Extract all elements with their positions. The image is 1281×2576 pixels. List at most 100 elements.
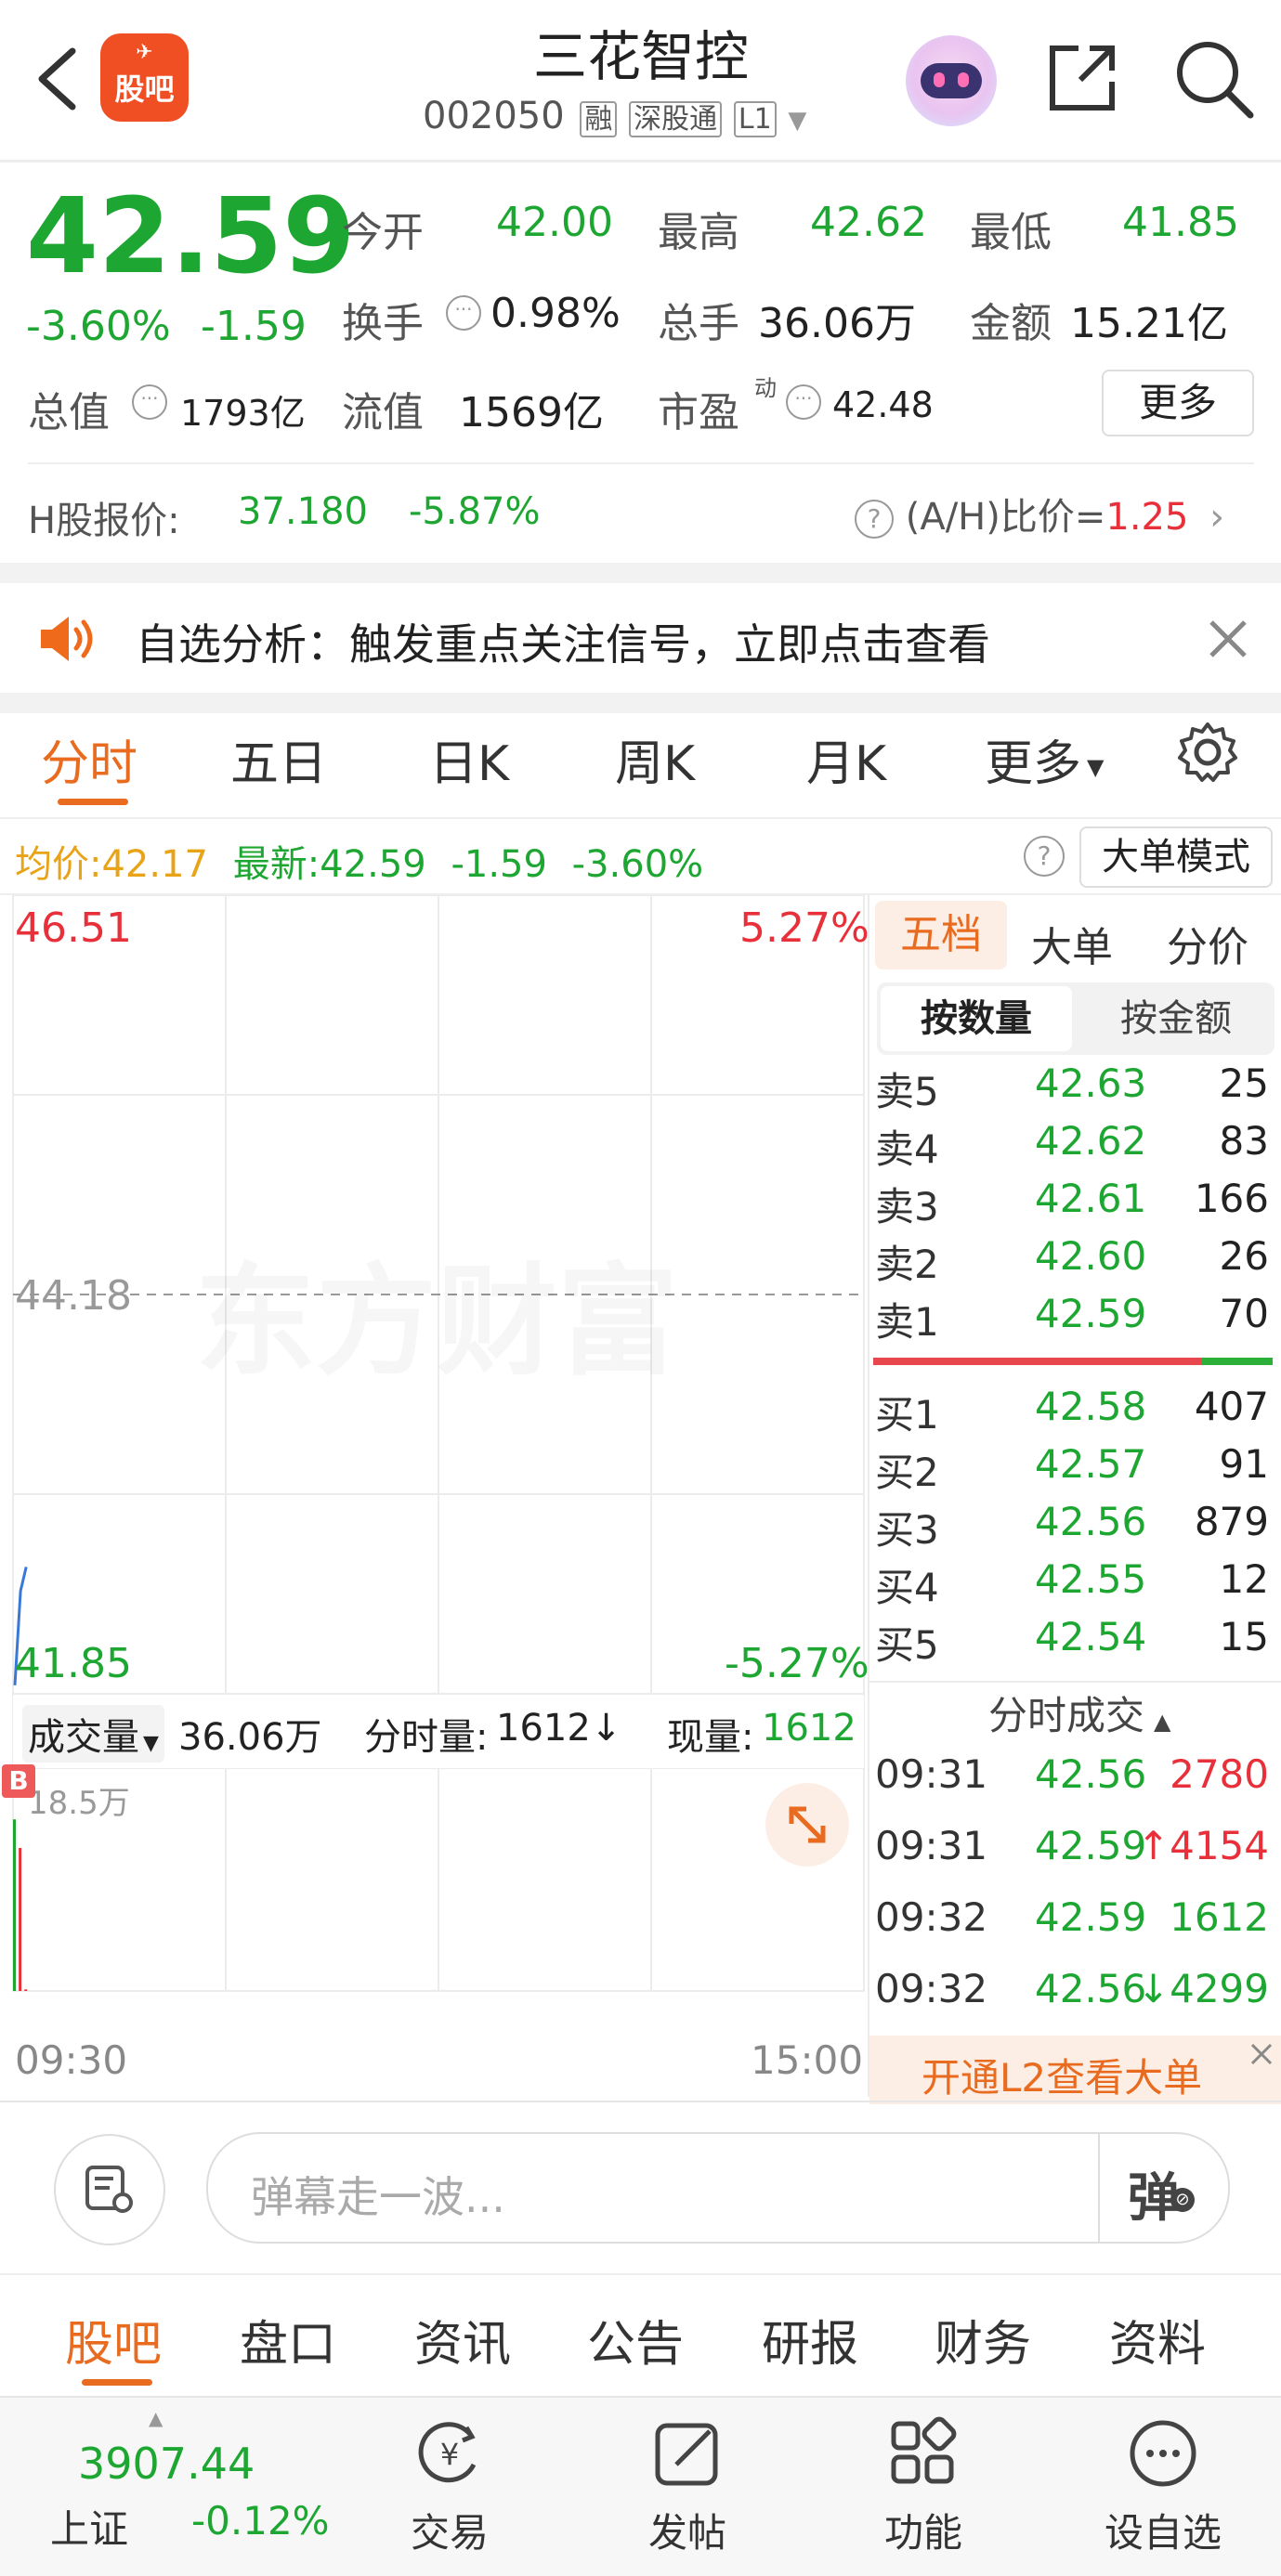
notice-bar[interactable]: 自选分析：触发重点关注信号，立即点击查看 <box>0 583 1281 693</box>
ob-subtab-qty[interactable]: 按数量 <box>881 986 1072 1051</box>
avg-value: 42.17 <box>101 843 208 886</box>
ob-tab-bigorder[interactable]: 大单 <box>1031 914 1113 973</box>
search-button[interactable] <box>1172 37 1256 121</box>
ask-row[interactable]: 卖2 42.60 26 <box>873 1233 1273 1291</box>
chat-settings-button[interactable] <box>54 2134 165 2245</box>
tab-daily-k[interactable]: 日K <box>429 724 509 794</box>
ask-price: 42.59 <box>1035 1291 1147 1336</box>
info-dots-icon[interactable]: ··· <box>446 295 481 331</box>
index-pct: -0.12% <box>191 2498 330 2543</box>
low-label: 最低 <box>970 209 1052 256</box>
bid-level: 买1 <box>875 1392 939 1438</box>
deal-time: 09:31 <box>875 1751 988 1797</box>
ask-row[interactable]: 卖3 42.61 166 <box>873 1176 1273 1233</box>
bid-row[interactable]: 买4 42.55 12 <box>873 1556 1273 1614</box>
info-dots-icon[interactable]: ··· <box>132 384 167 420</box>
l2-banner[interactable]: 开通L2查看大单 <box>869 2036 1281 2104</box>
btab-news[interactable]: 资讯 <box>414 2305 511 2374</box>
share-button[interactable] <box>1045 41 1119 115</box>
danmaku-input[interactable]: 弹幕走一波... 弹 ⊘ <box>206 2132 1230 2244</box>
caret-up-icon: ▲ <box>1154 1709 1171 1735</box>
footer-trade[interactable]: ¥ 交易 <box>375 2411 524 2558</box>
robot-assistant-icon[interactable] <box>906 35 997 126</box>
btab-pankou[interactable]: 盘口 <box>240 2305 336 2374</box>
footer-add-watchlist[interactable]: 设自选 <box>1089 2411 1237 2558</box>
search-icon <box>1177 42 1254 119</box>
ob-tab-byprice[interactable]: 分价 <box>1167 914 1248 973</box>
app-logo[interactable]: ✈ 股吧 <box>100 33 189 122</box>
settings-gear-icon[interactable] <box>1176 721 1239 784</box>
tab-weekly-k[interactable]: 周K <box>615 724 695 794</box>
ask-qty: 166 <box>1194 1176 1269 1221</box>
mktcap-value: 1793亿 <box>180 393 306 434</box>
bid-row[interactable]: 买1 42.58 407 <box>873 1384 1273 1441</box>
badge-l1: L1 <box>733 101 777 137</box>
volume-header: 成交量 ▼ 36.06万 分时量: 1612↓ 现量: 1612 <box>13 1696 864 1768</box>
time-start: 09:30 <box>15 2037 128 2083</box>
bid-row[interactable]: 买3 42.56 879 <box>873 1499 1273 1556</box>
bigorder-mode-button[interactable]: 大单模式 <box>1079 826 1273 888</box>
ask-level: 卖5 <box>875 1069 939 1114</box>
intraday-chart[interactable] <box>0 895 868 2097</box>
chart-mid-price: 44.18 <box>15 1272 132 1320</box>
footer-function-label: 功能 <box>883 2510 962 2556</box>
footer-function[interactable]: 功能 <box>849 2411 998 2558</box>
latest-chg: -1.59 <box>451 843 547 886</box>
index-widget[interactable]: ▲ 3907.44 上证 -0.12% <box>37 2407 334 2565</box>
ob-tab-five[interactable]: 五档 <box>875 901 1007 969</box>
bid-price: 42.56 <box>1035 1499 1147 1544</box>
btab-underline <box>82 2379 152 2386</box>
close-icon[interactable] <box>1248 2041 1274 2067</box>
stock-code-line[interactable]: 002050 融 深股通 L1 ▼ <box>423 95 806 141</box>
volume-selector[interactable]: 成交量 ▼ <box>22 1705 164 1763</box>
ask-row[interactable]: 卖4 42.62 83 <box>873 1118 1273 1176</box>
danmaku-toggle-button[interactable]: 弹 ⊘ <box>1128 2156 1211 2229</box>
help-icon: ? <box>855 500 894 539</box>
help-icon[interactable]: ? <box>1024 836 1065 877</box>
ah-ratio-link[interactable]: ? (A/H)比价=1.25 › <box>855 487 1224 539</box>
bid-row[interactable]: 买5 42.54 15 <box>873 1614 1273 1672</box>
volume-label: 总手 <box>658 300 739 347</box>
pe-sup: 动 <box>754 375 777 401</box>
index-name: 上证 <box>50 2506 129 2552</box>
deal-row: 09:31 42.56 2780 <box>873 1751 1273 1816</box>
tab-more[interactable]: 更多 ▼ <box>985 724 1104 794</box>
btab-research[interactable]: 研报 <box>762 2305 858 2374</box>
tab-monthly-k[interactable]: 月K <box>806 724 886 794</box>
btab-notice[interactable]: 公告 <box>587 2305 684 2374</box>
btab-guba[interactable]: 股吧 <box>65 2305 162 2374</box>
back-button[interactable] <box>28 37 84 121</box>
btab-profile[interactable]: 资料 <box>1109 2305 1206 2374</box>
ask-level: 卖1 <box>875 1299 939 1345</box>
caret-up-icon: ▲ <box>149 2407 163 2429</box>
latest-label: 最新: <box>232 843 320 886</box>
bid-level: 买5 <box>875 1622 939 1668</box>
info-dots-icon[interactable]: ··· <box>786 384 821 420</box>
avg-label: 均价: <box>15 843 102 886</box>
footer-post[interactable]: 发帖 <box>613 2411 762 2558</box>
bid-qty: 15 <box>1219 1614 1269 1659</box>
close-icon[interactable] <box>1208 618 1248 659</box>
deals-title[interactable]: 分时成交 ▲ <box>988 1685 1170 1741</box>
ask-row[interactable]: 卖1 42.59 70 <box>873 1291 1273 1348</box>
danmaku-placeholder: 弹幕走一波... <box>251 2172 505 2222</box>
bid-row[interactable]: 买2 42.57 91 <box>873 1441 1273 1499</box>
tab-more-label: 更多 <box>985 736 1082 792</box>
volume-bar <box>19 1848 22 1991</box>
float-value: 1569亿 <box>459 389 604 436</box>
ob-subtab-amount[interactable]: 按金额 <box>1081 986 1271 1051</box>
expand-chart-button[interactable] <box>765 1783 849 1867</box>
tab-intraday[interactable]: 分时 <box>41 724 137 794</box>
btab-finance[interactable]: 财务 <box>935 2305 1031 2374</box>
chevron-left-icon <box>38 47 76 111</box>
deal-qty: 2780 <box>1170 1751 1269 1797</box>
open-value: 42.00 <box>496 199 613 246</box>
float-label: 流值 <box>342 389 424 436</box>
latest-pct: -3.60% <box>571 843 704 886</box>
tab-5day[interactable]: 五日 <box>230 724 327 794</box>
ask-row[interactable]: 卖5 42.63 25 <box>873 1060 1273 1118</box>
footer-trade-label: 交易 <box>410 2510 489 2556</box>
more-button[interactable]: 更多 <box>1102 370 1254 436</box>
deal-price: 42.56 <box>1035 1966 1147 2011</box>
low-value: 41.85 <box>1122 199 1239 246</box>
